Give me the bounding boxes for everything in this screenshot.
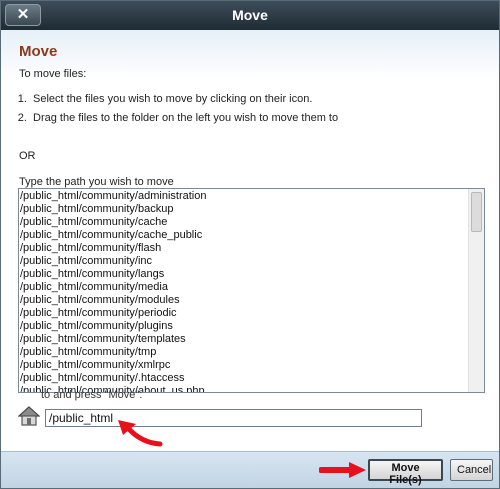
list-item[interactable]: /public_html/community/cache_public	[20, 229, 468, 242]
list-item[interactable]: /public_html/community/tmp	[20, 346, 468, 359]
section-heading: Move	[19, 43, 58, 60]
path-list-label: Type the path you wish to move	[19, 176, 174, 188]
list-item[interactable]: /public_html/community/inc	[20, 255, 468, 268]
red-arrow-annotation	[319, 462, 366, 478]
instruction-step: Select the files you wish to move by cli…	[30, 93, 338, 105]
press-move-label: to and press "Move":	[41, 389, 143, 401]
home-icon[interactable]	[18, 406, 40, 426]
list-item[interactable]: /public_html/community/langs	[20, 268, 468, 281]
list-item[interactable]: /public_html/community/media	[20, 281, 468, 294]
list-item[interactable]: /public_html/community/xmlrpc	[20, 359, 468, 372]
list-item[interactable]: /public_html/community/backup	[20, 203, 468, 216]
destination-path-input[interactable]	[45, 409, 422, 427]
or-separator: OR	[19, 150, 36, 162]
dialog-footer: Move File(s) Cancel	[1, 451, 499, 488]
list-item[interactable]: /public_html/community/periodic	[20, 307, 468, 320]
list-item[interactable]: /public_html/community/modules	[20, 294, 468, 307]
intro-text: To move files:	[19, 68, 87, 80]
dialog-content: Move To move files: Select the files you…	[1, 30, 499, 452]
list-item[interactable]: /public_html/community/administration	[20, 190, 468, 203]
path-list: /public_html/community/administration /p…	[20, 190, 468, 392]
move-dialog: ✕ Move Move To move files: Select the fi…	[0, 0, 500, 489]
list-item[interactable]: /public_html/community/.htaccess	[20, 372, 468, 385]
titlebar: ✕ Move	[1, 1, 499, 30]
list-item[interactable]: /public_html/community/flash	[20, 242, 468, 255]
list-item[interactable]: /public_html/community/cache	[20, 216, 468, 229]
move-files-button[interactable]: Move File(s)	[368, 459, 443, 486]
listbox-scrollbar[interactable]	[468, 189, 484, 392]
cancel-button[interactable]: Cancel	[450, 459, 493, 481]
dialog-title: Move	[232, 7, 268, 23]
instructions-list: Select the files you wish to move by cli…	[14, 93, 338, 131]
list-item[interactable]: /public_html/community/templates	[20, 333, 468, 346]
list-item[interactable]: /public_html/community/plugins	[20, 320, 468, 333]
instruction-step: Drag the files to the folder on the left…	[30, 112, 338, 124]
path-listbox[interactable]: /public_html/community/administration /p…	[18, 188, 485, 393]
scrollbar-thumb[interactable]	[471, 192, 482, 232]
